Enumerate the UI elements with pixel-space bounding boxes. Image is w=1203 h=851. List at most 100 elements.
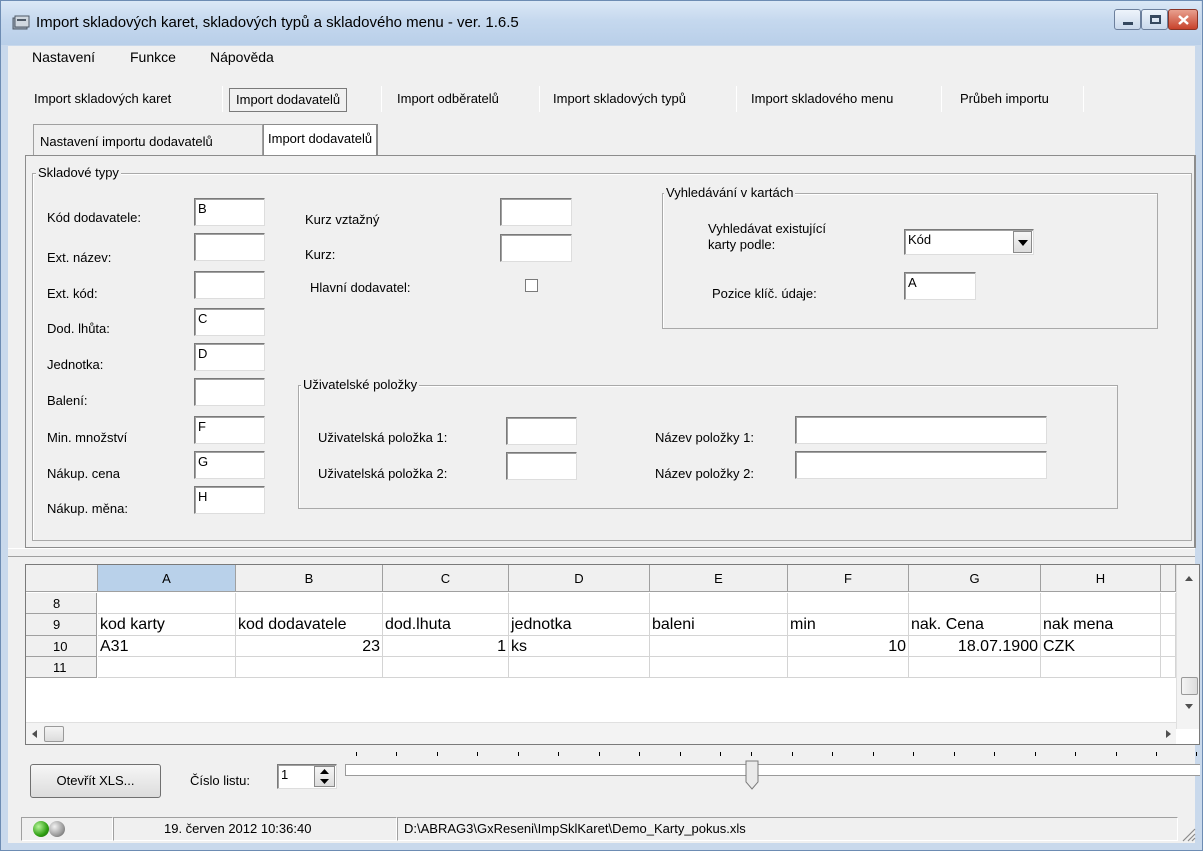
grid-cell[interactable]: jednotka (509, 614, 650, 636)
subtab-import-dodavatelu[interactable]: Import dodavatelů (263, 124, 379, 157)
subtab-nastaveni-importu[interactable]: Nastavení importu dodavatelů (36, 128, 217, 156)
input-kod-dodavatele[interactable]: B (194, 198, 265, 226)
vertical-scroll-thumb[interactable] (1181, 677, 1198, 695)
scroll-left-icon[interactable] (32, 730, 37, 738)
close-button[interactable] (1168, 9, 1198, 30)
grid-cell[interactable]: min (788, 614, 909, 636)
menu-napoveda[interactable]: Nápověda (210, 49, 274, 65)
column-header[interactable]: G (909, 565, 1041, 592)
grid-cell[interactable] (98, 593, 236, 614)
input-kurz[interactable] (500, 234, 572, 262)
input-uzivatelska-polozka-2[interactable] (506, 452, 577, 480)
tab-separator (222, 86, 223, 112)
grid-cell[interactable] (383, 593, 509, 614)
grid-cell[interactable]: nak mena (1041, 614, 1161, 636)
row-header[interactable]: 9 (26, 614, 97, 636)
grid-cell[interactable] (1041, 657, 1161, 678)
input-nakup-cena[interactable]: G (194, 451, 265, 479)
slider-thumb[interactable] (745, 760, 759, 790)
grid-cell[interactable]: ks (509, 636, 650, 657)
grid-cell[interactable] (383, 657, 509, 678)
splitter[interactable] (8, 548, 1195, 557)
gray-light-icon (49, 821, 65, 837)
tab-prubeh-importu[interactable]: Průbeh importu (954, 84, 1055, 114)
tab-import-skladoveho-menu[interactable]: Import skladového menu (745, 84, 899, 114)
spreadsheet-grid[interactable]: A B C D E F G H 8 9 10 11 kod karty kod d… (25, 564, 1200, 745)
input-min-mnozstvi[interactable]: F (194, 416, 265, 444)
vertical-scrollbar[interactable] (1176, 565, 1199, 729)
minimize-button[interactable] (1114, 9, 1141, 30)
tab-import-skladovych-typu[interactable]: Import skladových typů (547, 84, 692, 114)
slider-track[interactable] (345, 764, 1200, 776)
input-pozice-klic-udaje[interactable]: A (904, 272, 976, 300)
grid-cell[interactable]: A31 (98, 636, 236, 657)
input-nazev-polozky-2[interactable] (795, 451, 1047, 479)
grid-cell[interactable]: 23 (236, 636, 383, 657)
horizontal-scroll-thumb[interactable] (44, 726, 64, 742)
input-ext-kod[interactable] (194, 271, 265, 299)
row-header[interactable]: 10 (26, 636, 97, 657)
spin-up-icon[interactable] (320, 769, 329, 774)
column-header[interactable]: E (650, 565, 788, 592)
spin-down-icon[interactable] (320, 779, 329, 784)
input-ext-nazev[interactable] (194, 233, 265, 261)
column-header[interactable]: A (98, 565, 236, 592)
tab-import-dodavatelu[interactable]: Import dodavatelů (229, 88, 348, 112)
grid-cell[interactable] (650, 593, 788, 614)
scroll-up-icon[interactable] (1185, 576, 1193, 581)
grid-cell[interactable] (236, 657, 383, 678)
scroll-right-icon[interactable] (1166, 730, 1171, 738)
grid-cell[interactable]: 1 (383, 636, 509, 657)
grid-cell[interactable] (509, 657, 650, 678)
tab-import-odberatelu[interactable]: Import odběratelů (391, 84, 505, 114)
menu-nastaveni[interactable]: Nastavení (32, 49, 95, 65)
sheet-spinner[interactable] (314, 766, 335, 787)
grid-cell[interactable]: 18.07.1900 (909, 636, 1041, 657)
column-header[interactable]: B (236, 565, 383, 592)
label-nakup-mena: Nákup. měna: (47, 501, 128, 516)
open-xls-button[interactable]: Otevřít XLS... (30, 764, 161, 798)
grid-cell[interactable] (236, 593, 383, 614)
input-nazev-polozky-1[interactable] (795, 416, 1047, 444)
label-ext-kod: Ext. kód: (47, 286, 98, 301)
grid-cell[interactable]: kod karty (98, 614, 236, 636)
chevron-down-icon (1018, 240, 1028, 246)
column-header[interactable]: F (788, 565, 909, 592)
grid-cell[interactable] (650, 636, 788, 657)
input-dod-lhuta[interactable]: C (194, 308, 265, 336)
input-nakup-mena[interactable]: H (194, 486, 265, 514)
grid-cell[interactable]: baleni (650, 614, 788, 636)
row-header[interactable]: 8 (26, 593, 97, 614)
grid-cell[interactable]: nak. Cena (909, 614, 1041, 636)
input-jednotka[interactable]: D (194, 343, 265, 371)
dropdown-button[interactable] (1013, 231, 1032, 253)
grid-corner[interactable] (26, 565, 98, 592)
grid-cell[interactable] (1041, 593, 1161, 614)
column-header[interactable]: D (509, 565, 650, 592)
column-header[interactable]: H (1041, 565, 1161, 592)
grid-cell[interactable]: dod.lhuta (383, 614, 509, 636)
row-header[interactable]: 11 (26, 657, 97, 678)
grid-cell[interactable] (509, 593, 650, 614)
resize-grip-icon[interactable] (1180, 826, 1196, 842)
horizontal-scrollbar[interactable] (26, 722, 1176, 744)
input-kurz-vztazny[interactable] (500, 198, 572, 226)
checkbox-hlavni-dodavatel[interactable] (525, 279, 538, 292)
grid-cell[interactable] (650, 657, 788, 678)
scroll-down-icon[interactable] (1185, 704, 1193, 709)
menu-funkce[interactable]: Funkce (130, 49, 176, 65)
grid-cell[interactable] (788, 657, 909, 678)
column-header-extra (1161, 565, 1176, 592)
grid-cell[interactable]: 10 (788, 636, 909, 657)
input-baleni[interactable] (194, 378, 265, 406)
tab-import-skladovych-karet[interactable]: Import skladových karet (28, 84, 177, 114)
grid-cell[interactable] (98, 657, 236, 678)
column-header[interactable]: C (383, 565, 509, 592)
grid-cell[interactable] (788, 593, 909, 614)
grid-cell[interactable] (909, 657, 1041, 678)
maximize-button[interactable] (1141, 9, 1168, 30)
grid-cell[interactable] (909, 593, 1041, 614)
grid-cell[interactable]: CZK (1041, 636, 1161, 657)
grid-cell[interactable]: kod dodavatele (236, 614, 383, 636)
input-uzivatelska-polozka-1[interactable] (506, 417, 577, 445)
